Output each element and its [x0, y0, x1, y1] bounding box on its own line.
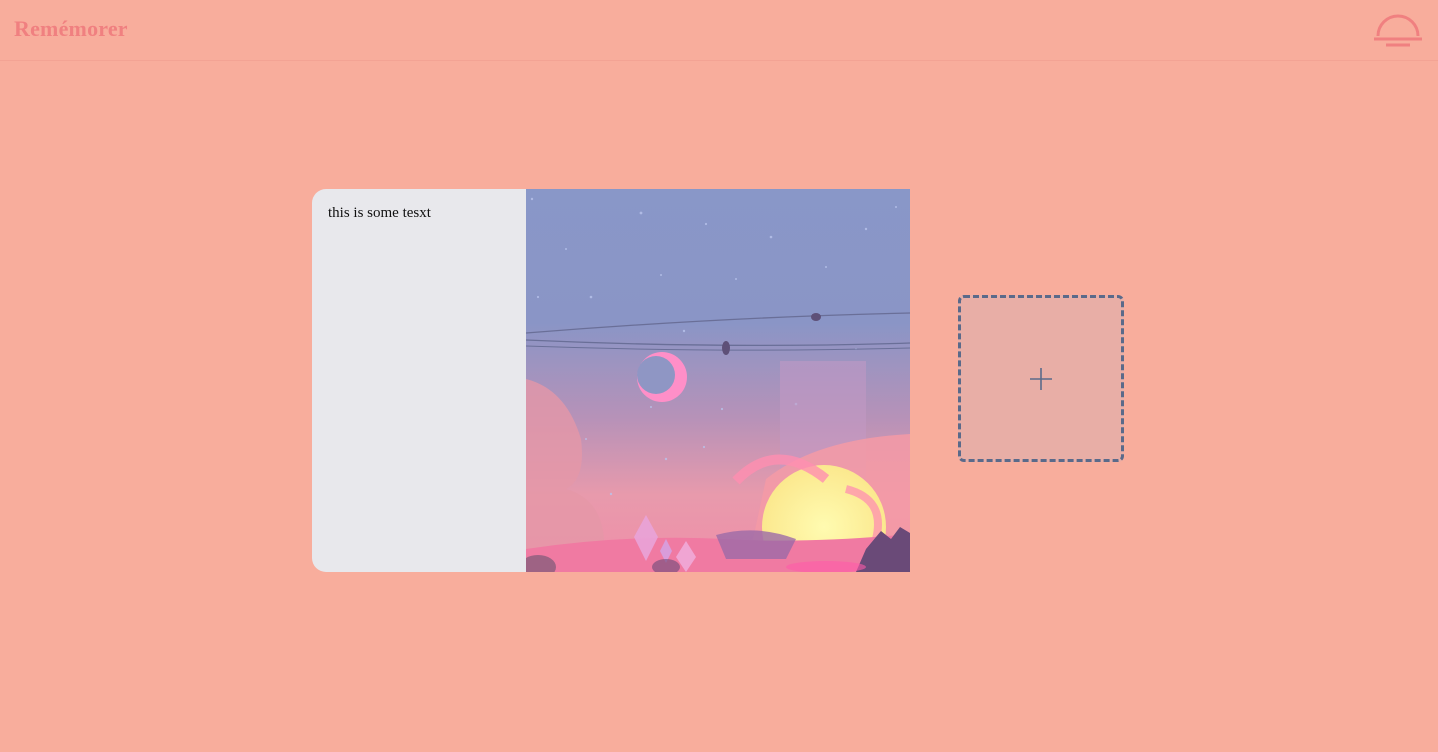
brand-title[interactable]: Remémorer [14, 16, 128, 42]
note-text: this is some tesxt [312, 189, 526, 572]
sunset-icon[interactable] [1372, 6, 1424, 50]
top-bar: Remémorer [0, 0, 1438, 61]
note-image [526, 189, 910, 572]
note-card[interactable]: this is some tesxt [312, 189, 910, 572]
plus-icon [1030, 367, 1052, 390]
add-note-button[interactable] [958, 295, 1124, 462]
